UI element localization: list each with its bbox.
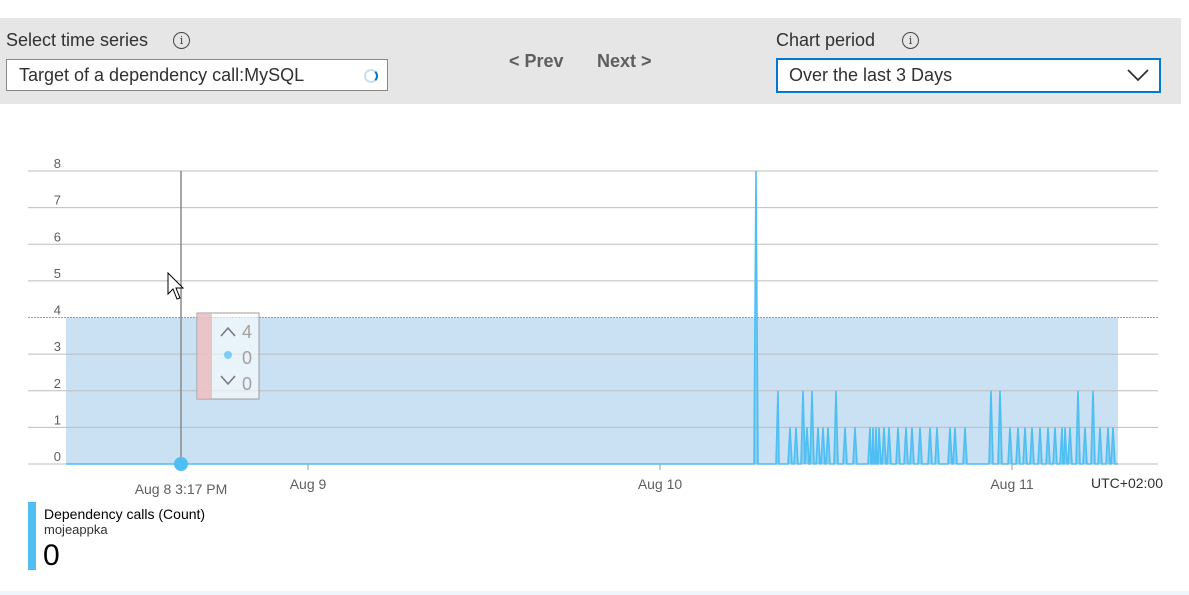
legend-color-bar: [28, 502, 36, 570]
hover-point: [174, 457, 188, 471]
mean-dot-icon: [224, 351, 232, 359]
x-tick-label: Aug 9: [290, 476, 327, 492]
x-tick-label: Aug 10: [638, 476, 683, 492]
y-tick-label: 0: [54, 449, 61, 464]
timezone-label: UTC+02:00: [1091, 475, 1163, 491]
y-tick-label: 8: [54, 156, 61, 171]
tooltip-mean-value: 0: [242, 348, 252, 368]
chevron-down-icon: [1127, 69, 1149, 82]
y-tick-label: 1: [54, 412, 61, 427]
series-label: Select time series: [6, 30, 149, 50]
y-tick-label: 4: [54, 303, 61, 318]
prev-button[interactable]: < Prev: [509, 51, 564, 72]
hover-time-label: Aug 8 3:17 PM: [135, 481, 228, 497]
y-tick-label: 6: [54, 229, 61, 244]
chart-period-select[interactable]: Over the last 3 Days: [776, 58, 1161, 93]
bottom-border: [0, 591, 1189, 595]
loading-spinner-icon: [364, 69, 378, 83]
y-tick-label: 5: [54, 266, 61, 281]
mouse-pointer-icon: [167, 272, 185, 300]
legend-value: 0: [43, 539, 60, 572]
period-info-icon[interactable]: i: [902, 32, 919, 49]
series-info-icon[interactable]: i: [173, 32, 190, 49]
controls-bar: Select time series i Target of a depende…: [0, 18, 1181, 104]
y-tick-label: 3: [54, 339, 61, 354]
chart-period-value: Over the last 3 Days: [789, 65, 953, 85]
dependency-chart[interactable]: 8 7 6 5 4 3 2 1 0 Aug 9 Aug 10 Aug 11 Aug 8 3:17 PM U…: [0, 150, 1189, 500]
tooltip-swatch: [197, 313, 212, 399]
tooltip-lower-value: 0: [242, 374, 252, 394]
legend-title: Dependency calls (Count): [44, 506, 206, 522]
top-margin: [0, 0, 1189, 18]
time-series-select[interactable]: Target of a dependency call:MySQL: [6, 59, 388, 91]
legend-subtitle: mojeappka: [44, 522, 108, 537]
tooltip-upper-value: 4: [242, 322, 252, 342]
period-label: Chart period: [776, 30, 876, 50]
y-tick-label: 7: [54, 193, 61, 208]
x-tick-label: Aug 11: [990, 476, 1034, 492]
y-tick-label: 2: [54, 376, 61, 391]
next-button[interactable]: Next >: [597, 51, 652, 72]
time-series-value: Target of a dependency call:MySQL: [19, 65, 305, 85]
